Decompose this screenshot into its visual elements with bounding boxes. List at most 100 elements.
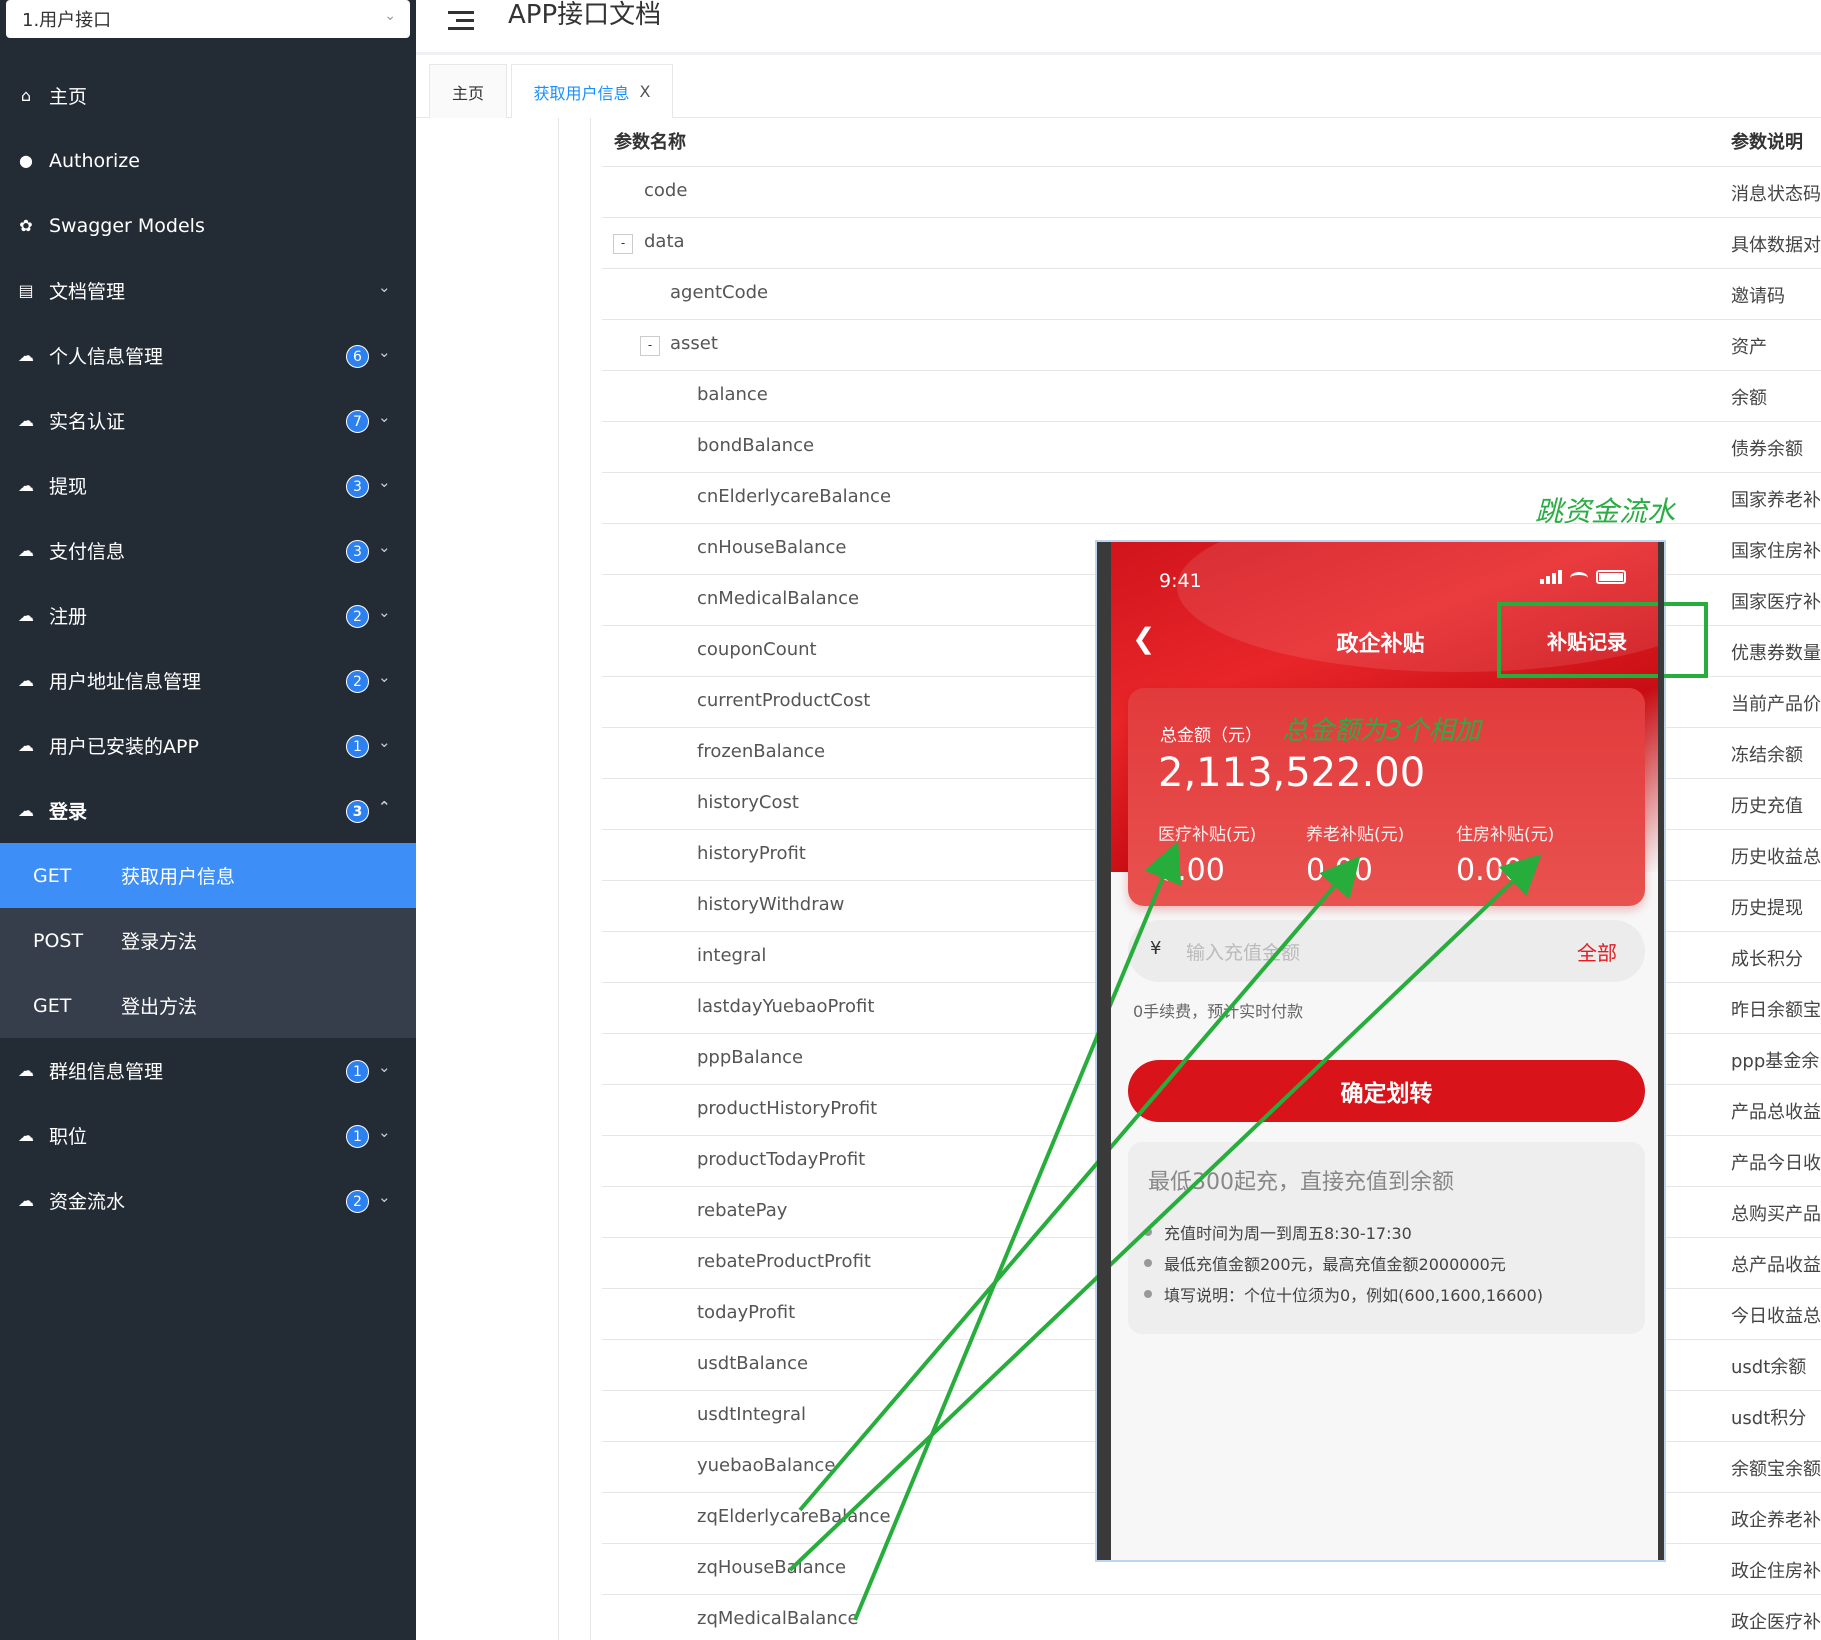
table-row: balance 余额 xyxy=(602,371,1821,422)
info-list: 充值时间为周一到周五8:30-17:30 最低充值金额200元，最高充值金额20… xyxy=(1144,1216,1543,1309)
sidebar-item-label: 注册 xyxy=(49,606,88,628)
param-desc: 消息状态码 xyxy=(1731,184,1821,205)
sidebar-item-label: Swagger Models xyxy=(49,214,205,237)
sidebar-item-label: 职位 xyxy=(49,1126,88,1148)
param-name: code xyxy=(644,180,688,201)
sidebar-item-address[interactable]: ☁ 用户地址信息管理 2 ⌄ xyxy=(0,648,416,713)
cloud-icon: ☁ xyxy=(18,1126,34,1145)
param-name: couponCount xyxy=(697,639,817,660)
info-title: 最低300起充，直接充值到余额 xyxy=(1148,1170,1454,1195)
sidebar-item-label: 资金流水 xyxy=(49,1191,126,1213)
sidebar-item-login-method[interactable]: POST 登录方法 xyxy=(0,908,416,973)
sidebar-item-authorize[interactable]: ● Authorize xyxy=(0,128,416,193)
param-name: bondBalance xyxy=(697,435,815,456)
sidebar-item-label: 用户已安装的APP xyxy=(49,736,199,758)
sidebar-item-position[interactable]: ☁ 职位 1 ⌄ xyxy=(0,1103,416,1168)
chevron-down-icon: ⌄ xyxy=(378,733,391,751)
param-desc: 国家医疗补 xyxy=(1731,592,1821,613)
subsidy-value: 0.00 xyxy=(1306,853,1373,888)
info-text: 最低充值金额200元，最高充值金额2000000元 xyxy=(1164,1254,1506,1274)
info-text: 充值时间为周一到周五8:30-17:30 xyxy=(1164,1223,1412,1243)
param-desc: 政企住房补 xyxy=(1731,1561,1821,1582)
sidebar-item-register[interactable]: ☁ 注册 2 ⌄ xyxy=(0,583,416,648)
param-name: integral xyxy=(697,945,767,966)
info-card: 最低300起充，直接充值到余额 充值时间为周一到周五8:30-17:30 最低充… xyxy=(1128,1142,1645,1334)
sidebar-item-doc-management[interactable]: ▤ 文档管理 ⌄ xyxy=(0,258,416,323)
api-group-select[interactable]: 1.用户接口 ⌄ xyxy=(6,0,410,38)
lock-icon: ● xyxy=(19,151,33,170)
tab-get-user-info[interactable]: 获取用户信息 X xyxy=(511,64,673,118)
signal-icon xyxy=(1540,570,1562,584)
table-row: - asset 资产 xyxy=(602,320,1821,371)
total-amount-label: 总金额（元） xyxy=(1160,726,1262,746)
chevron-down-icon: ⌄ xyxy=(378,668,391,686)
sidebar-item-get-user-info[interactable]: GET 获取用户信息 xyxy=(0,843,416,908)
param-desc: 政企养老补 xyxy=(1731,1510,1821,1531)
subsidy-label: 住房补贴(元) xyxy=(1456,825,1555,845)
api-group-select-value: 1.用户接口 xyxy=(22,10,112,31)
sidebar-item-home[interactable]: ⌂ 主页 xyxy=(0,63,416,128)
status-icons xyxy=(1540,570,1626,584)
tab-home[interactable]: 主页 xyxy=(429,64,507,118)
sidebar-item-fund-flow[interactable]: ☁ 资金流水 2 ⌄ xyxy=(0,1168,416,1233)
param-desc: 总购买产品 xyxy=(1731,1204,1821,1225)
param-desc: 政企医疗补 xyxy=(1731,1612,1821,1633)
fee-note: 0手续费，预计实时付款 xyxy=(1133,1002,1304,1021)
close-icon[interactable]: X xyxy=(640,82,651,101)
menu-icon[interactable] xyxy=(448,6,476,30)
sidebar-item-personal-info[interactable]: ☁ 个人信息管理 6 ⌄ xyxy=(0,323,416,388)
cloud-icon: ☁ xyxy=(18,736,34,755)
count-badge: 3 xyxy=(346,475,369,498)
annotation-total-sum: 总金额为3个相加 xyxy=(1282,716,1481,746)
sidebar-item-group-info[interactable]: ☁ 群组信息管理 1 ⌄ xyxy=(0,1038,416,1103)
param-name: zqMedicalBalance xyxy=(697,1608,859,1629)
sidebar-item-swagger-models[interactable]: ✿ Swagger Models xyxy=(0,193,416,258)
sidebar-item-real-name[interactable]: ☁ 实名认证 7 ⌄ xyxy=(0,388,416,453)
collapse-toggle[interactable]: - xyxy=(613,234,633,254)
amount-input[interactable]: ¥ 输入充值金额 全部 xyxy=(1128,920,1645,982)
table-row: - data 具体数据对 xyxy=(602,218,1821,269)
column-header-name: 参数名称 xyxy=(614,132,686,153)
status-time: 9:41 xyxy=(1159,570,1202,592)
chevron-down-icon: ⌄ xyxy=(378,603,391,621)
sidebar: 1.用户接口 ⌄ ⌂ 主页 ● Authorize ✿ Swagger Mode… xyxy=(0,0,416,1640)
wifi-icon xyxy=(1570,572,1588,584)
param-desc: 资产 xyxy=(1731,337,1767,358)
table-row: bondBalance 债券余额 xyxy=(602,422,1821,473)
param-desc: 国家住房补 xyxy=(1731,541,1821,562)
collapse-toggle[interactable]: - xyxy=(640,336,660,356)
sidebar-item-login[interactable]: ☁ 登录 3 ⌃ xyxy=(0,778,416,843)
divider xyxy=(558,118,559,1640)
param-name: pppBalance xyxy=(697,1047,804,1068)
tab-label: 获取用户信息 xyxy=(533,83,630,103)
list-item: 填写说明：个位十位须为0，例如(600,1600,16600) xyxy=(1144,1278,1543,1309)
param-name: lastdayYuebaoProfit xyxy=(697,996,875,1017)
param-desc: 历史充值 xyxy=(1731,796,1803,817)
confirm-transfer-button[interactable]: 确定划转 xyxy=(1128,1060,1645,1122)
all-button[interactable]: 全部 xyxy=(1577,937,1617,966)
param-desc: 产品今日收 xyxy=(1731,1153,1821,1174)
sidebar-item-payment[interactable]: ☁ 支付信息 3 ⌄ xyxy=(0,518,416,583)
param-name: cnMedicalBalance xyxy=(697,588,860,609)
param-desc: 债券余额 xyxy=(1731,439,1803,460)
endpoint-label: 登录方法 xyxy=(121,931,198,953)
tab-bar: 主页 获取用户信息 X xyxy=(416,58,1821,118)
elderly-subsidy: 养老补贴(元) 0.00 xyxy=(1306,820,1404,888)
sidebar-item-installed-apps[interactable]: ☁ 用户已安装的APP 1 ⌄ xyxy=(0,713,416,778)
sidebar-item-logout-method[interactable]: GET 登出方法 xyxy=(0,973,416,1038)
http-method: GET xyxy=(33,994,72,1017)
phone-edge xyxy=(1097,542,1111,1560)
table-row: code 消息状态码 xyxy=(602,167,1821,218)
subsidy-label: 医疗补贴(元) xyxy=(1158,825,1257,845)
param-desc: 具体数据对 xyxy=(1731,235,1821,256)
param-desc: 国家养老补 xyxy=(1731,490,1821,511)
sidebar-item-withdraw[interactable]: ☁ 提现 3 ⌄ xyxy=(0,453,416,518)
sidebar-item-label: 个人信息管理 xyxy=(49,346,164,368)
annotation-jump-fund-flow: 跳资金流水 xyxy=(1535,495,1676,528)
table-row: agentCode 邀请码 xyxy=(602,269,1821,320)
endpoint-label: 获取用户信息 xyxy=(121,866,236,888)
page-title: APP接口文档 xyxy=(508,0,662,30)
param-desc: 余额宝余额 xyxy=(1731,1459,1821,1480)
param-name: balance xyxy=(697,384,768,405)
param-desc: usdt积分 xyxy=(1731,1408,1807,1429)
